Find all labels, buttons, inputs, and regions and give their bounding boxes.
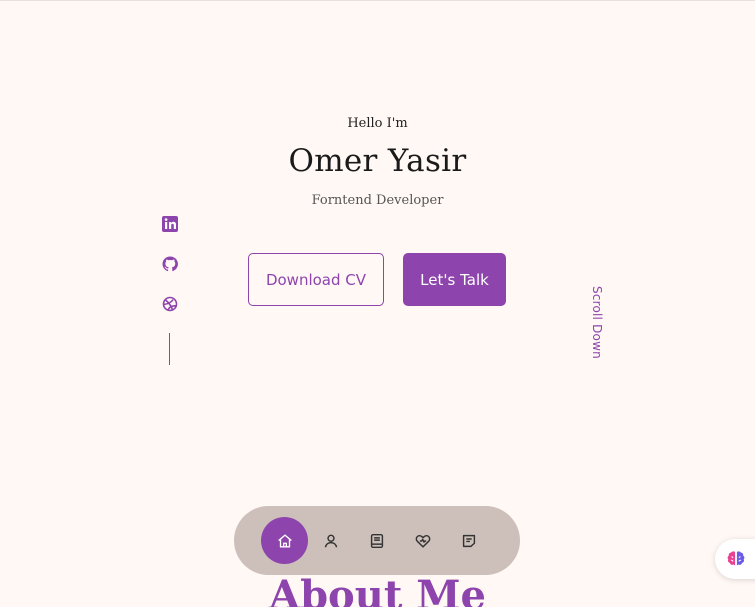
- nav-home[interactable]: [261, 517, 308, 564]
- brain-icon: [727, 551, 745, 566]
- message-icon: [462, 534, 475, 547]
- download-cv-button[interactable]: Download CV: [248, 253, 384, 306]
- social-line: [169, 333, 170, 365]
- nav-services[interactable]: [399, 517, 446, 564]
- social-links: [160, 214, 180, 365]
- about-section-title: About Me: [269, 572, 486, 607]
- bottom-nav: [234, 506, 520, 575]
- home-icon: [277, 533, 292, 548]
- scroll-down-link[interactable]: Scroll Down: [580, 286, 604, 366]
- book-icon: [370, 533, 383, 548]
- top-divider: [0, 0, 755, 1]
- dribbble-icon[interactable]: [160, 294, 180, 314]
- services-icon: [415, 534, 430, 548]
- assistant-button[interactable]: [715, 539, 755, 579]
- linkedin-icon[interactable]: [160, 214, 180, 234]
- github-icon[interactable]: [160, 254, 180, 274]
- nav-experience[interactable]: [353, 517, 400, 564]
- user-icon: [324, 534, 337, 547]
- portfolio-page: Hello I'm Omer Yasir Forntend Developer …: [0, 0, 755, 607]
- nav-contact[interactable]: [445, 517, 492, 564]
- hero-name: Omer Yasir: [288, 143, 467, 179]
- nav-about[interactable]: [307, 517, 354, 564]
- hero-role: Forntend Developer: [311, 193, 444, 208]
- greeting-text: Hello I'm: [347, 116, 408, 131]
- lets-talk-button[interactable]: Let's Talk: [403, 253, 506, 306]
